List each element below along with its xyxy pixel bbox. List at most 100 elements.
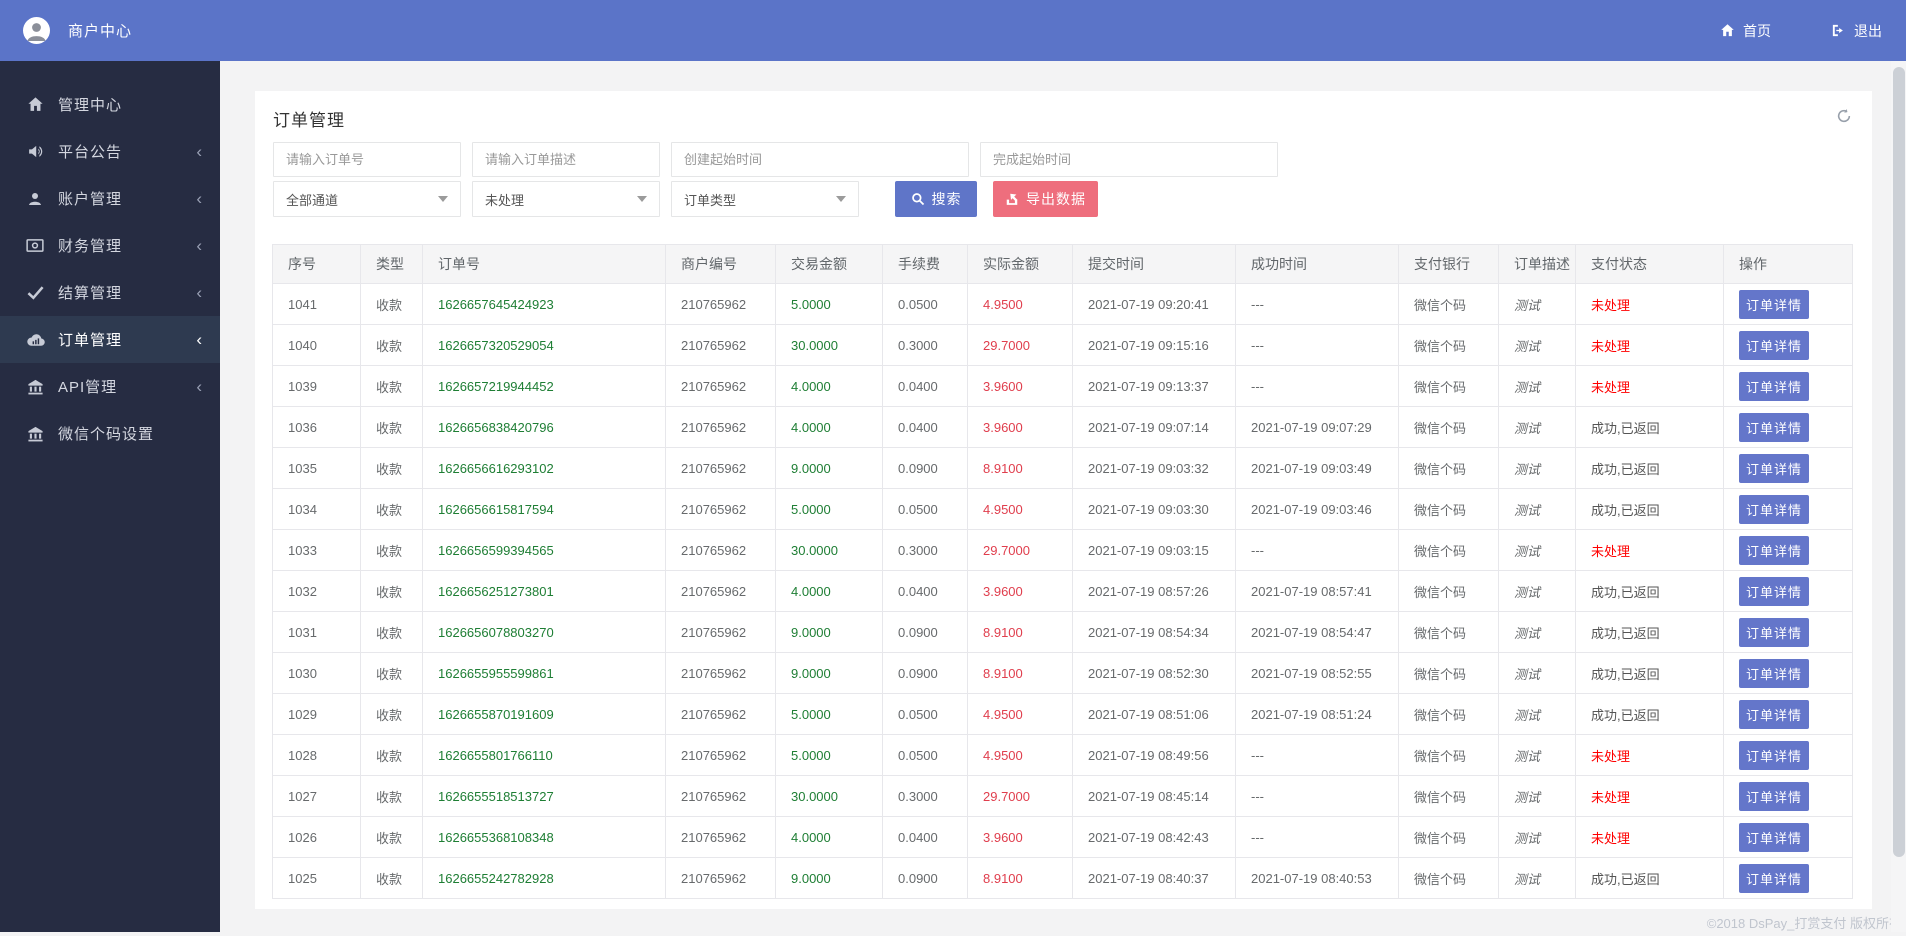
cell-submit-time: 2021-07-19 08:51:06 <box>1072 693 1236 735</box>
order-type-select[interactable]: 订单类型 <box>671 181 859 217</box>
cell-fee: 0.0400 <box>882 570 968 612</box>
cell-pay-bank: 微信个码 <box>1398 857 1499 899</box>
cell-submit-time: 2021-07-19 09:13:37 <box>1072 365 1236 407</box>
cell-success-time: --- <box>1235 365 1399 407</box>
cell-seq: 1026 <box>272 816 361 858</box>
cell-amount: 5.0000 <box>775 734 883 776</box>
cell-pay-status: 未处理 <box>1575 365 1724 407</box>
sidebar-item-账户管理[interactable]: 账户管理 ‹ <box>0 175 220 222</box>
export-data-button[interactable]: 导出数据 <box>993 181 1098 217</box>
order-desc-input[interactable] <box>472 142 660 177</box>
cell-pay-bank: 微信个码 <box>1398 570 1499 612</box>
logout-link[interactable]: 退出 <box>1831 21 1882 41</box>
user-icon <box>25 191 45 207</box>
column-header: 成功时间 <box>1235 244 1399 284</box>
search-button[interactable]: 搜索 <box>895 181 977 217</box>
cell-pay-bank: 微信个码 <box>1398 447 1499 489</box>
sidebar-item-财务管理[interactable]: 财务管理 ‹ <box>0 222 220 269</box>
page-scrollbar[interactable] <box>1891 61 1906 932</box>
cell-merchant-no: 210765962 <box>665 406 776 448</box>
avatar[interactable] <box>23 17 50 44</box>
cell-submit-time: 2021-07-19 08:40:37 <box>1072 857 1236 899</box>
cell-fee: 0.0400 <box>882 406 968 448</box>
order-detail-button[interactable]: 订单详情 <box>1739 453 1809 483</box>
scrollbar-thumb[interactable] <box>1893 67 1905 857</box>
cell-order-no: 1626656838420796 <box>422 406 666 448</box>
home-link[interactable]: 首页 <box>1720 21 1771 41</box>
order-detail-button[interactable]: 订单详情 <box>1739 535 1809 565</box>
cell-type: 收款 <box>360 693 423 735</box>
order-detail-button[interactable]: 订单详情 <box>1739 371 1809 401</box>
cell-type: 收款 <box>360 406 423 448</box>
finish-time-input[interactable] <box>980 142 1278 177</box>
order-detail-button[interactable]: 订单详情 <box>1739 863 1809 893</box>
search-button-label: 搜索 <box>931 191 962 207</box>
cell-pay-status: 未处理 <box>1575 816 1724 858</box>
sidebar-item-微信个码设置[interactable]: 微信个码设置 <box>0 410 220 457</box>
cell-order-desc: 测试 <box>1498 816 1576 858</box>
order-detail-button[interactable]: 订单详情 <box>1739 822 1809 852</box>
cell-success-time: --- <box>1235 816 1399 858</box>
create-time-input[interactable] <box>671 142 969 177</box>
order-detail-button[interactable]: 订单详情 <box>1739 699 1809 729</box>
home-icon <box>25 96 45 113</box>
sidebar-item-label: 微信个码设置 <box>58 426 155 443</box>
sidebar-item-平台公告[interactable]: 平台公告 ‹ <box>0 128 220 175</box>
sidebar-item-label: 订单管理 <box>58 332 123 349</box>
cell-amount: 30.0000 <box>775 529 883 571</box>
chevron-left-icon: ‹ <box>196 377 202 396</box>
status-select[interactable]: 未处理 <box>472 181 660 217</box>
order-detail-button[interactable]: 订单详情 <box>1739 658 1809 688</box>
cell-amount: 9.0000 <box>775 447 883 489</box>
cell-submit-time: 2021-07-19 08:54:34 <box>1072 611 1236 653</box>
cell-merchant-no: 210765962 <box>665 734 776 776</box>
cell-submit-time: 2021-07-19 08:45:14 <box>1072 775 1236 817</box>
cell-submit-time: 2021-07-19 09:03:32 <box>1072 447 1236 489</box>
order-detail-button[interactable]: 订单详情 <box>1739 740 1809 770</box>
table-row: 1036 收款 1626656838420796 210765962 4.0000 0.0… <box>272 406 1853 448</box>
cell-success-time: 2021-07-19 08:52:55 <box>1235 652 1399 694</box>
order-detail-button[interactable]: 订单详情 <box>1739 781 1809 811</box>
sidebar-item-结算管理[interactable]: 结算管理 ‹ <box>0 269 220 316</box>
sidebar-item-API管理[interactable]: API管理 ‹ <box>0 363 220 410</box>
cell-order-no: 1626657320529054 <box>422 324 666 366</box>
cell-fee: 0.0900 <box>882 611 968 653</box>
cell-order-desc: 测试 <box>1498 324 1576 366</box>
order-detail-button[interactable]: 订单详情 <box>1739 330 1809 360</box>
cell-pay-status: 成功,已返回 <box>1575 488 1724 530</box>
sidebar-item-订单管理[interactable]: 订单管理 ‹ <box>0 316 220 363</box>
column-header: 实际金额 <box>967 244 1073 284</box>
cell-action: 订单详情 <box>1723 816 1853 858</box>
channel-select[interactable]: 全部通道 <box>273 181 461 217</box>
cell-actual-amount: 3.9600 <box>967 570 1073 612</box>
refresh-icon[interactable] <box>1836 108 1852 124</box>
table-row: 1040 收款 1626657320529054 210765962 30.0000 0.… <box>272 324 1853 366</box>
home-icon <box>1720 23 1735 38</box>
column-header: 支付银行 <box>1398 244 1499 284</box>
sidebar-item-管理中心[interactable]: 管理中心 <box>0 81 220 128</box>
column-header: 订单描述 <box>1498 244 1576 284</box>
cell-pay-status: 未处理 <box>1575 529 1724 571</box>
cell-seq: 1035 <box>272 447 361 489</box>
cell-pay-bank: 微信个码 <box>1398 488 1499 530</box>
topnav: 首页 退出 <box>1660 21 1882 41</box>
order-detail-button[interactable]: 订单详情 <box>1739 576 1809 606</box>
order-detail-button[interactable]: 订单详情 <box>1739 412 1809 442</box>
cell-success-time: --- <box>1235 529 1399 571</box>
column-header: 序号 <box>272 244 361 284</box>
order-no-input[interactable] <box>273 142 461 177</box>
order-detail-button[interactable]: 订单详情 <box>1739 617 1809 647</box>
cell-pay-bank: 微信个码 <box>1398 365 1499 407</box>
cell-action: 订单详情 <box>1723 283 1853 325</box>
order-detail-button[interactable]: 订单详情 <box>1739 494 1809 524</box>
cell-fee: 0.3000 <box>882 775 968 817</box>
logout-link-label: 退出 <box>1854 22 1882 39</box>
cell-order-no: 1626655870191609 <box>422 693 666 735</box>
order-detail-button[interactable]: 订单详情 <box>1739 289 1809 319</box>
cell-order-desc: 测试 <box>1498 857 1576 899</box>
column-header: 交易金额 <box>775 244 883 284</box>
cell-action: 订单详情 <box>1723 857 1853 899</box>
cell-submit-time: 2021-07-19 08:49:56 <box>1072 734 1236 776</box>
cell-pay-status: 成功,已返回 <box>1575 447 1724 489</box>
home-link-label: 首页 <box>1743 22 1771 39</box>
